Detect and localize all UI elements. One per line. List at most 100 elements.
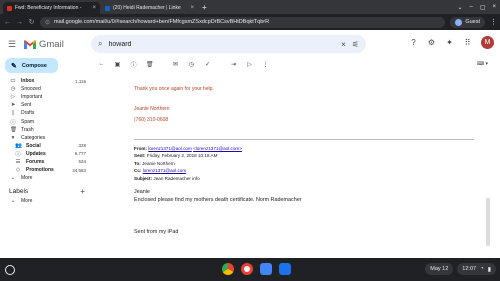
browser-menu-icon[interactable]: ⋮ bbox=[490, 18, 497, 26]
add-label-icon[interactable]: + bbox=[80, 187, 85, 196]
clear-search-icon[interactable]: × bbox=[341, 40, 346, 49]
url-text: mail.google.com/mail/u/0/#search/howard+… bbox=[54, 19, 270, 25]
chevron-down-icon: ⌄ bbox=[10, 175, 16, 182]
scrollbar-thumb[interactable] bbox=[486, 198, 490, 246]
sent-label: Sent: bbox=[134, 153, 146, 159]
gmail-logo[interactable]: Gmail bbox=[24, 39, 64, 50]
cc-row: Cc: lorenz1371@aol.com bbox=[134, 167, 474, 174]
tab-gmail[interactable]: Fwd: Beneficiary Information - × bbox=[3, 2, 100, 14]
search-options-icon[interactable]: ⚟ bbox=[352, 40, 359, 49]
body-line: Enclosed please find my mothers death ce… bbox=[134, 197, 302, 204]
from-address-bracket-link[interactable]: <lorenz1371@aol.com> bbox=[193, 146, 242, 151]
close-window-icon[interactable]: × bbox=[492, 4, 496, 11]
sidebar-item-spam[interactable]: ⓘ Spam bbox=[0, 117, 90, 126]
system-tray[interactable]: 12:07 ◔ ▮ bbox=[457, 263, 496, 275]
minimize-icon[interactable]: – bbox=[469, 4, 472, 11]
back-to-search-icon[interactable]: ← bbox=[98, 61, 105, 67]
settings-icon[interactable]: ⚙ bbox=[427, 38, 436, 47]
sidebar-item-drafts[interactable]: ▯ Drafts bbox=[0, 109, 90, 117]
more-actions-icon[interactable]: ⋮ bbox=[262, 61, 269, 68]
sidebar-item-label: Promotions bbox=[26, 167, 54, 174]
sidebar-item-inbox[interactable]: ▭ Inbox 1,116 bbox=[0, 77, 90, 85]
maximize-icon[interactable]: ▢ bbox=[480, 4, 486, 11]
message-toolbar: ← ▣ ⓘ 🗑 ✉ ◷ ✓ ⇥ ▷ ⋮ ⌨ ▾ bbox=[90, 58, 492, 70]
forums-icon: ☰ bbox=[15, 158, 21, 165]
sidebar-item-label: Forums bbox=[26, 158, 45, 165]
sidebar-item-promotions[interactable]: ◇ Promotions 34,583 bbox=[0, 166, 90, 174]
mark-unread-icon[interactable]: ✉ bbox=[172, 61, 179, 68]
labels-more[interactable]: ⌄ More bbox=[0, 197, 90, 205]
sidebar-categories: 👥 Social 328 ⓘ Updates 6,777 ☰ Forums 534 ◇ Promot… bbox=[0, 142, 90, 174]
files-icon[interactable] bbox=[260, 263, 272, 275]
linkedin-favicon-icon bbox=[105, 5, 110, 11]
sidebar-item-updates[interactable]: ⓘ Updates 6,777 bbox=[0, 150, 90, 158]
tab-search-icon[interactable]: ⌄ bbox=[457, 4, 462, 11]
help-icon[interactable]: ? bbox=[409, 38, 418, 47]
unread-count: 34,583 bbox=[72, 167, 86, 173]
launcher-icon[interactable] bbox=[5, 264, 15, 275]
subject-label: Subject: bbox=[134, 175, 153, 181]
compose-button[interactable]: ✎ Compose bbox=[5, 58, 58, 73]
subject-value: Jean Rademacher info bbox=[153, 175, 200, 181]
guest-profile-button[interactable]: Guest bbox=[450, 16, 485, 28]
tab-linkedin[interactable]: (20) Heidi Rademacher | Linke × bbox=[101, 2, 198, 14]
report-spam-icon[interactable]: ⓘ bbox=[130, 60, 137, 69]
avatar[interactable]: M bbox=[481, 36, 494, 49]
unread-count: 534 bbox=[78, 159, 86, 165]
updates-icon: ⓘ bbox=[15, 151, 21, 158]
search-icon[interactable]: ⌕ bbox=[98, 39, 102, 49]
back-icon[interactable]: ← bbox=[4, 19, 11, 26]
gmail-wordmark: Gmail bbox=[39, 38, 64, 50]
close-tab-icon[interactable]: × bbox=[190, 5, 194, 11]
address-bar[interactable]: ⊙ mail.google.com/mail/u/0/#search/howar… bbox=[40, 16, 446, 28]
draft-icon: ▯ bbox=[11, 110, 15, 117]
sidebar-item-categories[interactable]: ▾ Categories bbox=[0, 134, 90, 142]
categories-icon: ▾ bbox=[11, 134, 15, 141]
labels-section-header: Labels + bbox=[0, 185, 90, 197]
spam-icon: ⓘ bbox=[10, 119, 16, 126]
delete-icon[interactable]: 🗑 bbox=[146, 61, 154, 68]
archive-icon[interactable]: ▣ bbox=[114, 61, 121, 68]
sidebar-item-trash[interactable]: 🗑 Trash bbox=[0, 126, 90, 134]
sidebar-item-more[interactable]: ⌄ More bbox=[0, 174, 90, 182]
input-tools-icon[interactable]: ⌨ ▾ bbox=[477, 61, 488, 67]
move-to-icon[interactable]: ⇥ bbox=[230, 61, 237, 68]
forward-icon[interactable]: → bbox=[16, 19, 23, 26]
reload-icon[interactable]: ↻ bbox=[28, 18, 35, 26]
sidebar-item-sent[interactable]: ➤ Sent bbox=[0, 101, 90, 109]
sidebar-item-label: Important bbox=[21, 94, 43, 101]
send-icon: ➤ bbox=[10, 102, 16, 109]
to-label: To: bbox=[134, 160, 141, 166]
sidebar-item-important[interactable]: ▷ Important bbox=[0, 93, 90, 101]
sidebar-item-label: More bbox=[21, 198, 33, 205]
promotions-icon: ◇ bbox=[15, 167, 21, 174]
snooze-icon[interactable]: ◷ bbox=[188, 61, 195, 68]
sidebar-item-label: Updates bbox=[26, 150, 46, 157]
chrome-icon[interactable] bbox=[222, 263, 234, 275]
pager: ⌨ ▾ bbox=[477, 61, 492, 67]
apps-grid-icon[interactable]: ⠿ bbox=[463, 38, 472, 47]
date-pill[interactable]: May 12 bbox=[425, 263, 454, 275]
side-panel-strip bbox=[492, 58, 500, 258]
gemini-icon[interactable]: ✦ bbox=[445, 38, 454, 47]
chevron-down-icon: ⌄ bbox=[10, 198, 16, 205]
sidebar-item-label: Inbox bbox=[21, 78, 35, 85]
sidebar-item-forums[interactable]: ☰ Forums 534 bbox=[0, 158, 90, 166]
add-task-icon[interactable]: ✓ bbox=[204, 61, 211, 68]
new-tab-button[interactable]: + bbox=[199, 2, 210, 14]
sidebar-item-social[interactable]: 👥 Social 328 bbox=[0, 142, 90, 150]
from-label: From: bbox=[134, 146, 148, 151]
compose-label: Compose bbox=[21, 62, 47, 69]
label-icon[interactable]: ▷ bbox=[246, 61, 253, 68]
gmail-app-icon[interactable] bbox=[241, 263, 253, 275]
from-address-link[interactable]: lorenz1371@aol.com bbox=[148, 146, 191, 151]
sidebar-item-snoozed[interactable]: ◷ Snoozed bbox=[0, 85, 90, 93]
to-value: Jeanie Northern bbox=[142, 160, 175, 166]
sent-row: Sent: Friday, February 2, 2018 10:18 AM bbox=[134, 152, 474, 159]
search-input[interactable] bbox=[108, 40, 336, 48]
close-tab-icon[interactable]: × bbox=[92, 5, 96, 11]
cc-address-link[interactable]: lorenz1371@aol.com bbox=[143, 168, 186, 173]
site-info-icon[interactable]: ⊙ bbox=[45, 19, 50, 26]
main-menu-icon[interactable]: ☰ bbox=[8, 39, 18, 50]
play-store-icon[interactable] bbox=[279, 263, 291, 275]
